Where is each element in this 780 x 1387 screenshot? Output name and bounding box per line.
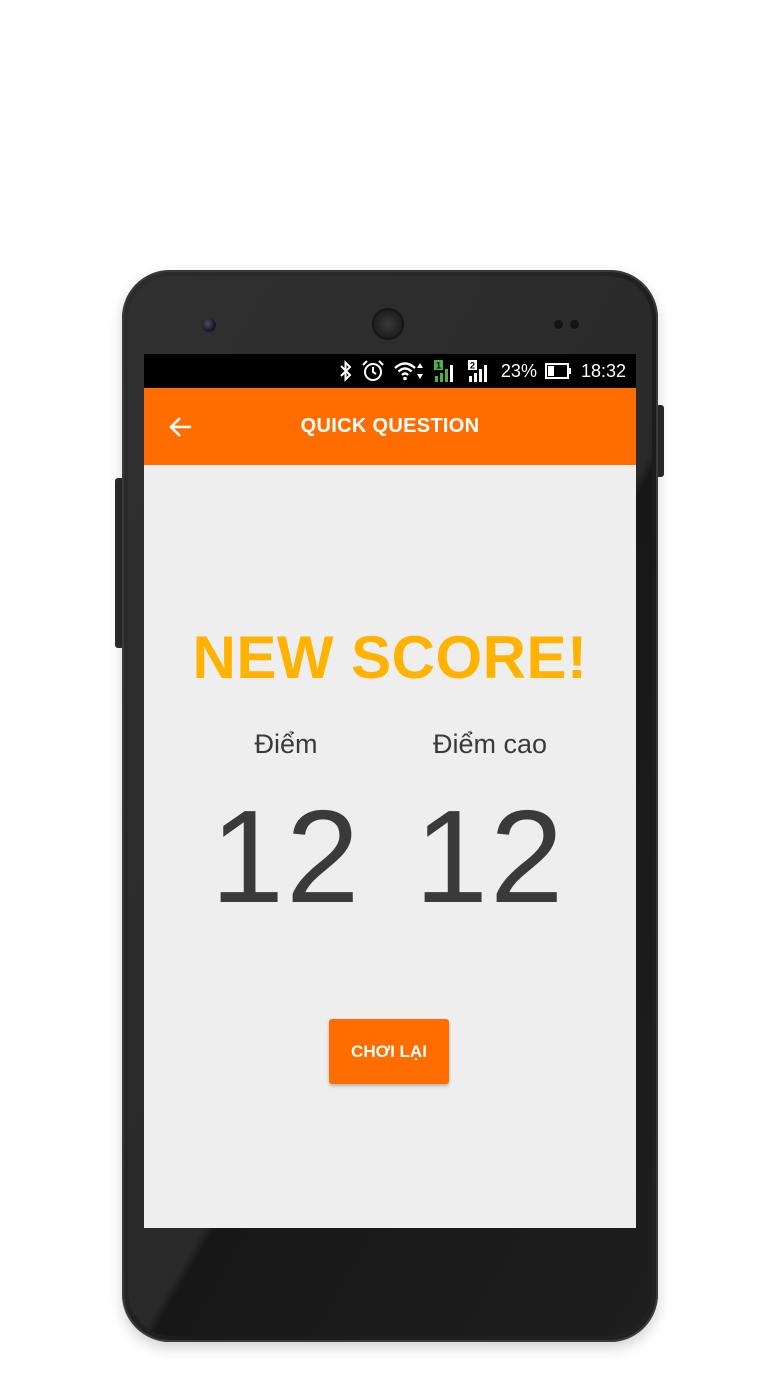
new-score-headline: NEW SCORE! <box>192 624 588 691</box>
wifi-icon <box>393 360 425 382</box>
result-panel: NEW SCORE! Điểm 12 Điểm cao 12 CHƠI LẠI <box>144 465 636 1228</box>
high-score-label: Điểm cao <box>432 729 548 759</box>
device-mockup: 1 2 23% 18:32 QUICK QUESTION NEW SCORE! … <box>0 0 780 1387</box>
score-label: Điểm <box>254 729 318 759</box>
light-sensor <box>570 320 579 329</box>
high-score-value: 12 <box>414 783 566 930</box>
signal-sim1-icon: 1 <box>433 359 459 383</box>
battery-percent: 23% <box>500 360 537 381</box>
status-time: 18:32 <box>580 360 626 381</box>
app-bar: QUICK QUESTION <box>144 388 636 465</box>
alarm-icon <box>361 360 385 382</box>
phone-frame: 1 2 23% 18:32 QUICK QUESTION NEW SCORE! … <box>122 270 658 1342</box>
page-title: QUICK QUESTION <box>300 415 480 437</box>
front-camera <box>202 318 216 332</box>
earpiece-speaker <box>374 310 402 338</box>
proximity-sensor <box>554 320 563 329</box>
svg-text:1: 1 <box>436 361 441 371</box>
signal-sim2-icon: 2 <box>467 359 493 383</box>
battery-icon <box>544 362 573 380</box>
bluetooth-icon <box>339 360 353 382</box>
replay-button[interactable]: CHƠI LẠI <box>329 1019 449 1084</box>
score-value: 12 <box>210 783 362 930</box>
arrow-left-icon[interactable] <box>166 412 196 442</box>
status-bar: 1 2 23% 18:32 <box>144 354 636 388</box>
svg-text:2: 2 <box>470 361 475 371</box>
app-screen: 1 2 23% 18:32 QUICK QUESTION NEW SCORE! … <box>144 354 636 1228</box>
